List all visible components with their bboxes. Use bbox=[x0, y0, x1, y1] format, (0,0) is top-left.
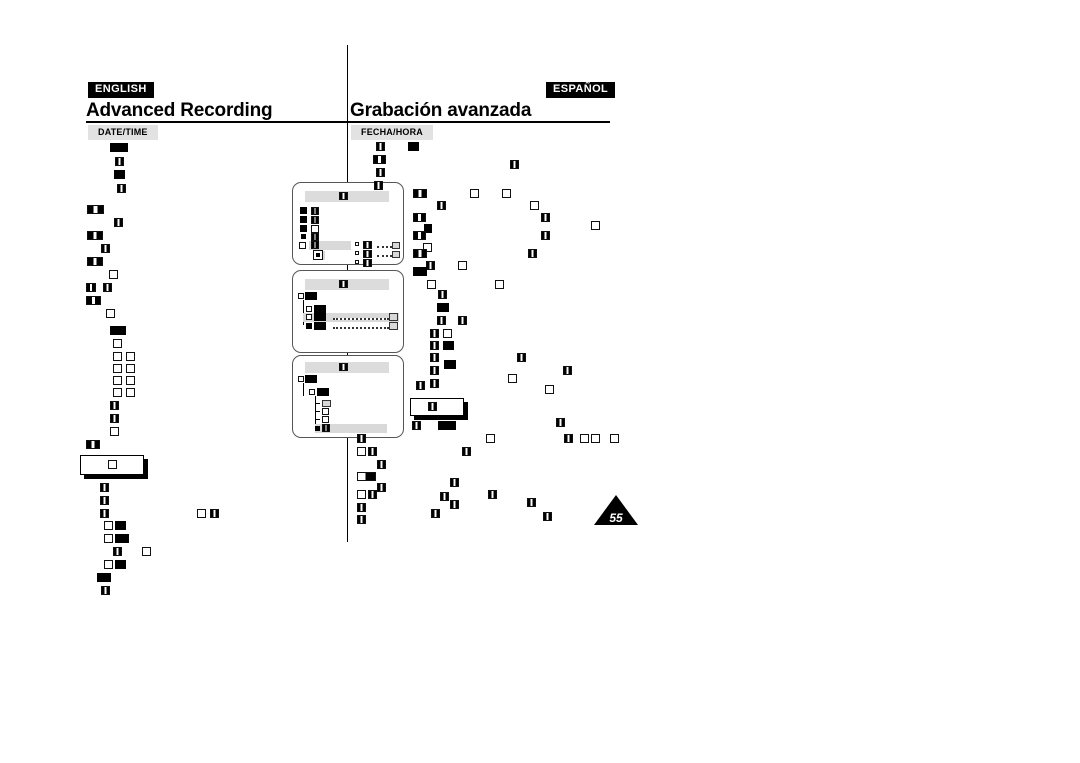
language-badge-english: ENGLISH bbox=[88, 82, 154, 98]
section-title-english: Advanced Recording bbox=[86, 100, 273, 121]
lcd-menu-screen-1 bbox=[292, 182, 404, 267]
subsection-tag-fechahora: FECHA/HORA bbox=[351, 125, 433, 140]
callout-box-espanol bbox=[410, 398, 464, 416]
subsection-tag-datetime: DATE/TIME bbox=[88, 125, 158, 140]
language-badge-espanol: ESPAÑOL bbox=[546, 82, 616, 98]
title-rule bbox=[86, 121, 610, 123]
section-title-espanol: Grabación avanzada bbox=[350, 100, 532, 121]
manual-page: ENGLISH ESPAÑOL Advanced Recording Graba… bbox=[0, 0, 1080, 763]
lcd-menu-screen-3 bbox=[292, 355, 404, 438]
lcd-menu-screen-2 bbox=[292, 270, 404, 353]
page-number: 55 bbox=[609, 511, 623, 525]
